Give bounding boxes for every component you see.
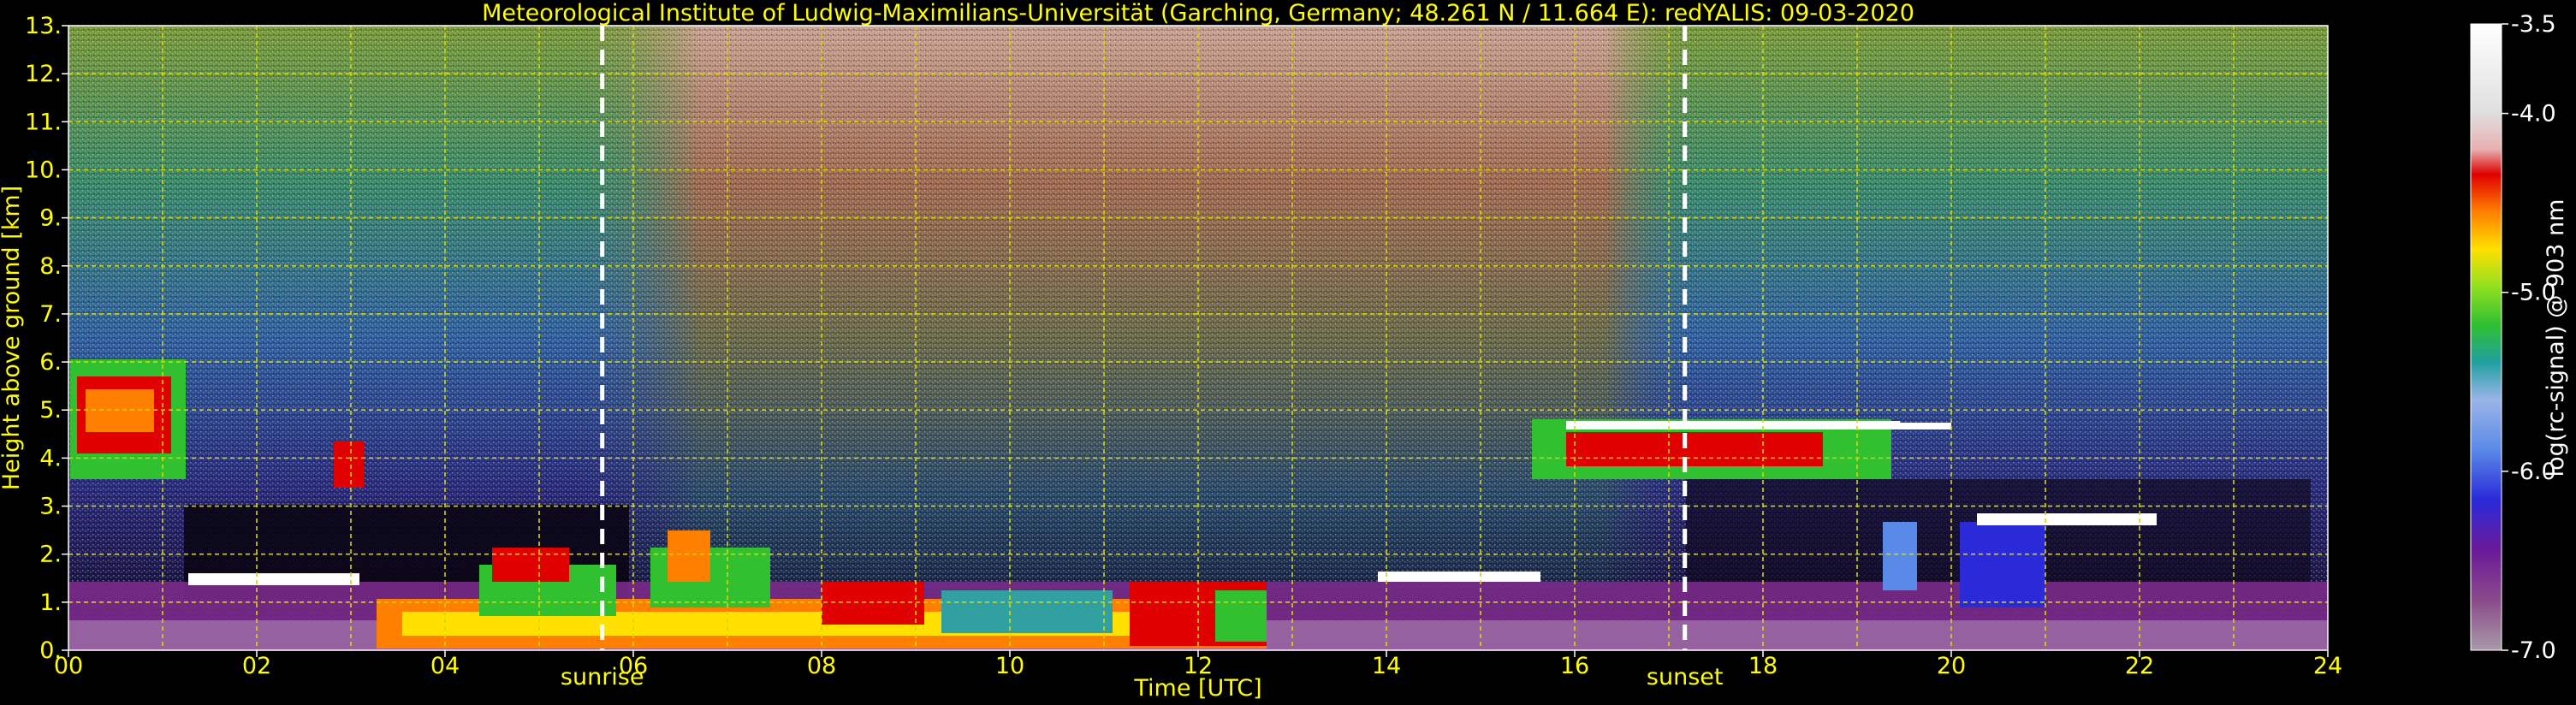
y-axis-label: Height above ground [km] [0, 186, 25, 490]
y-tick-label: 5. [39, 397, 62, 424]
sunset-label: sunset [1647, 664, 1724, 690]
feature-cloud-small [334, 441, 364, 488]
colorbar-label: log(rc-signal) @ 903 nm [2543, 199, 2569, 477]
colorbar-tick-label: -3.5 [2511, 11, 2556, 38]
sunrise-label: sunrise [561, 664, 644, 690]
feature-low-cloud-deck [188, 573, 359, 585]
colorbar-gradient [2470, 23, 2502, 651]
y-tick-label: 1. [39, 589, 62, 616]
y-tick-label: 3. [39, 494, 62, 520]
chart-title: Meteorological Institute of Ludwig-Maxim… [482, 0, 1914, 27]
feature-cloud-morning [70, 359, 186, 479]
colorbar-tick-label: -4.0 [2511, 101, 2556, 127]
y-tick-label: 4. [39, 445, 62, 471]
feature-cloud-evening [1532, 419, 1951, 479]
y-tick-label: 8. [39, 253, 62, 280]
lidar-chart: 00 02 04 06 08 10 12 14 16 18 20 22 24 0.1.2.3.4.5.6… [0, 0, 2576, 705]
y-tick-label: 11. [25, 109, 62, 135]
y-tick-label: 9. [39, 205, 62, 232]
y-tick-label: 12. [25, 61, 62, 87]
feature-cloud-midday [1378, 572, 1540, 582]
x-axis-label: Time [UTC] [1133, 675, 1261, 702]
colorbar-tick-label: -7.0 [2511, 637, 2556, 664]
y-tick-label: 2. [39, 542, 62, 568]
y-tick-label: 10. [25, 157, 62, 183]
y-tick-label: 7. [39, 301, 62, 328]
y-tick-label: 6. [39, 349, 62, 376]
y-tick-label: 0. [39, 637, 62, 664]
y-tick-label: 13. [25, 13, 62, 39]
